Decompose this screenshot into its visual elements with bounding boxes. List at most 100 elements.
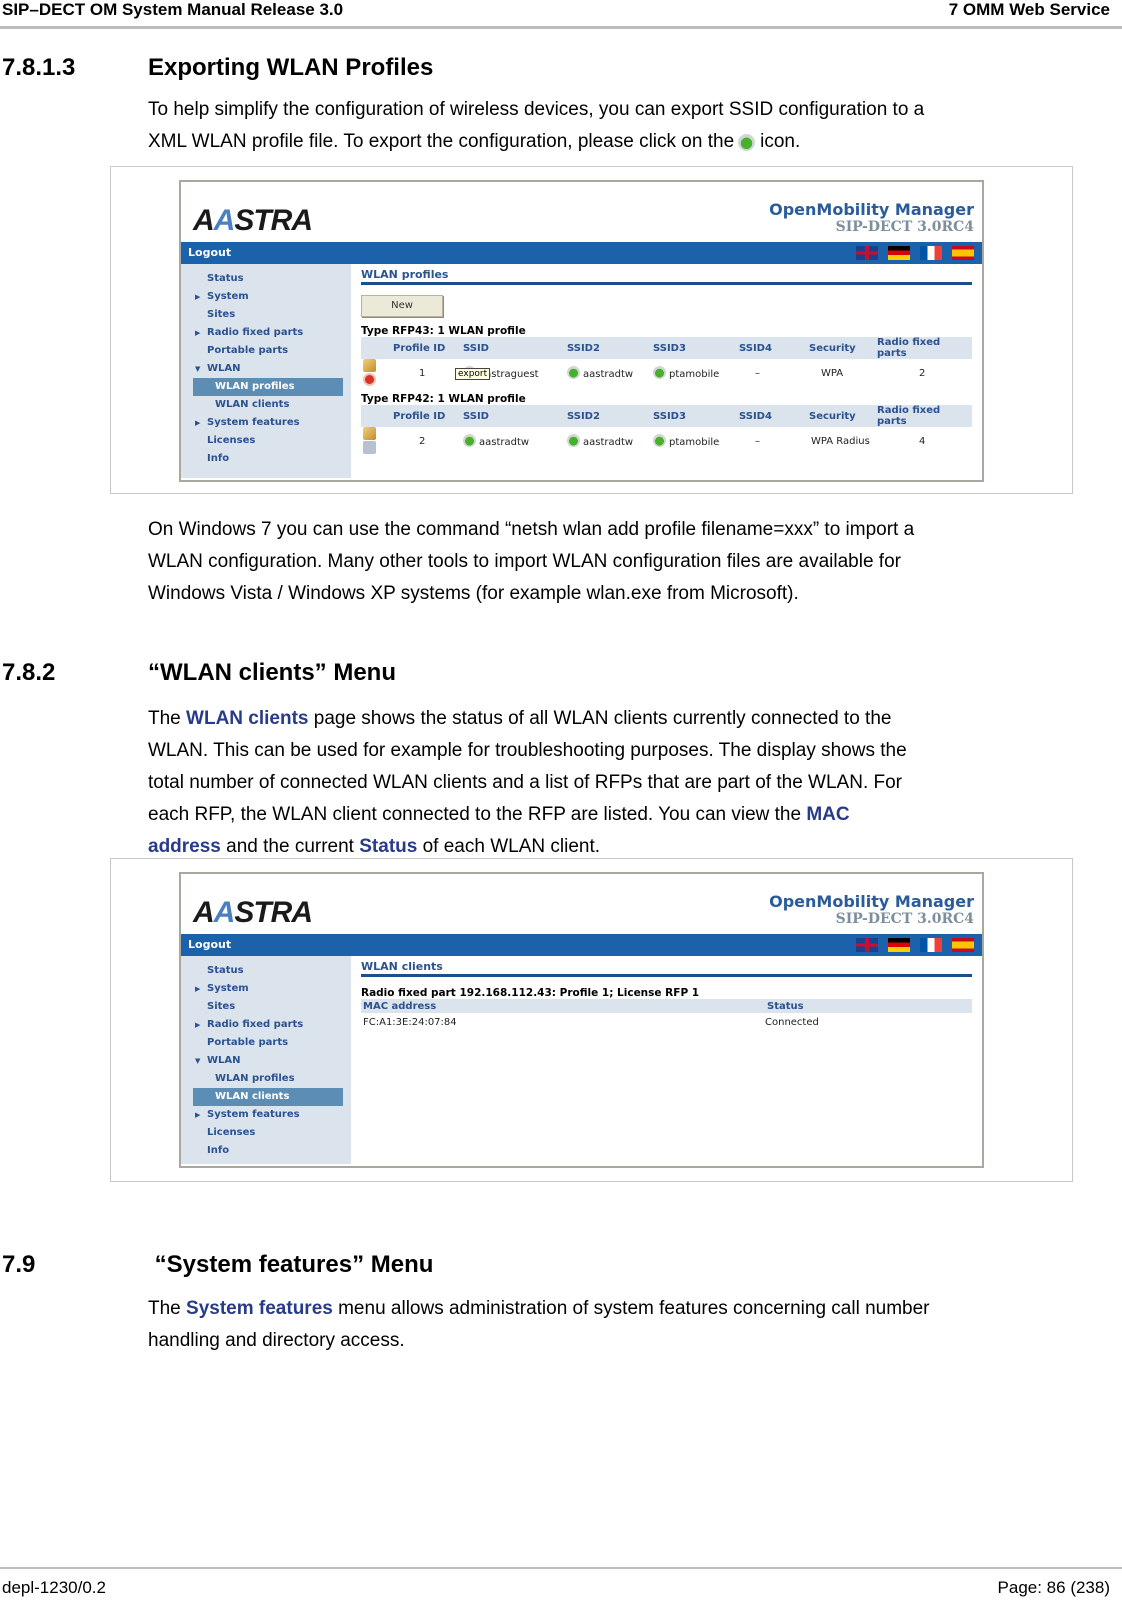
col-header: SSID3 [651,337,737,359]
expand-arrow-icon: ▶ [195,329,201,337]
page-title: WLAN clients [361,960,972,977]
flag-english-icon[interactable] [856,938,878,952]
delete-icon[interactable] [363,373,376,386]
delete-icon[interactable] [363,441,376,454]
nav-wlan-profiles[interactable]: WLAN profiles [181,1070,351,1088]
table-row: FC:A1:3E:24:07:84 Connected [361,1013,972,1031]
nav-wlan-clients[interactable]: WLAN clients [181,396,351,414]
col-header: SSID3 [651,405,737,427]
logout-link[interactable]: Logout [188,938,231,951]
export-icon[interactable] [567,366,580,379]
text-line: Windows Vista / Windows XP systems (for … [148,583,799,604]
nav-wlan[interactable]: ▼ WLAN [181,1052,351,1070]
product-version: SIP-DECT 3.0RC4 [835,219,974,235]
nav-radio-fixed-parts[interactable]: ▶ Radio fixed parts [181,324,351,342]
flag-english-icon[interactable] [856,246,878,260]
section-title: “System features” Menu [148,1251,434,1278]
footer-page-number: Page: 86 (238) [997,1578,1110,1597]
export-icon[interactable] [653,434,666,447]
footer-rule [0,1567,1122,1569]
nav-sites[interactable]: Sites [181,998,351,1016]
profiles-table-rfp42: Profile ID SSID SSID2 SSID3 SSID4 Securi… [361,405,972,455]
text-line: each RFP, the WLAN client connected to t… [148,804,850,825]
section-heading-wlan-clients: 7.8.2 “WLAN clients” Menu [2,659,396,687]
text-line: The System features menu allows administ… [148,1298,930,1319]
expand-arrow-icon: ▶ [195,1111,201,1119]
nav-status[interactable]: Status [181,270,351,288]
export-icon[interactable] [567,434,580,447]
export-icon[interactable] [653,366,666,379]
text-line: handling and directory access. [148,1330,405,1351]
nav-licenses[interactable]: Licenses [181,1124,351,1142]
flag-german-icon[interactable] [888,938,910,952]
col-header: SSID4 [737,337,807,359]
sidebar: Status ▶ System Sites ▶ Radio fixed parts … [181,264,351,478]
header-rule [0,26,1122,29]
mac-address: FC:A1:3E:24:07:84 [363,1016,457,1028]
section-title: Exporting WLAN Profiles [148,54,434,81]
table-row: 1 aastraguest aastradtw ptamobile – WPA … [361,359,972,387]
text-span: icon. [760,131,801,152]
edit-icon[interactable] [363,359,376,372]
nav-system-features[interactable]: ▶ System features [181,1106,351,1124]
system-features-paragraph: The System features menu allows administ… [148,1293,1088,1357]
security: WPA Radius [811,435,870,447]
figure-wlan-profiles: AASTRA OpenMobility Manager SIP-DECT 3.0R… [110,166,1073,494]
nav-status[interactable]: Status [181,962,351,980]
nav-portable-parts[interactable]: Portable parts [181,1034,351,1052]
footer-doc-id: depl-1230/0.2 [2,1578,106,1597]
nav-wlan-profiles[interactable]: WLAN profiles [193,378,343,396]
nav-wlan[interactable]: ▼ WLAN [181,360,351,378]
edit-icon[interactable] [363,427,376,440]
profile-id: 2 [419,435,426,447]
flag-french-icon[interactable] [920,246,942,260]
section-number: 7.8.1.3 [2,54,76,81]
col-header: SSID2 [565,405,651,427]
flag-french-icon[interactable] [920,938,942,952]
page-title: WLAN profiles [361,268,972,285]
nav-system[interactable]: ▶ System [181,980,351,998]
flag-spanish-icon[interactable] [952,938,974,952]
group-label: Type RFP43: 1 WLAN profile [361,325,526,337]
flag-german-icon[interactable] [888,246,910,260]
nav-radio-fixed-parts[interactable]: ▶ Radio fixed parts [181,1016,351,1034]
text-line: WLAN. This can be used for example for t… [148,740,907,761]
text-line: XML WLAN profile file. To export the con… [148,126,1088,158]
col-header: Profile ID [391,337,461,359]
expand-arrow-icon: ▶ [195,293,201,301]
table-row: 2 aastradtw aastradtw ptamobile – WPA Ra… [361,427,972,455]
figure-wlan-clients: AASTRA OpenMobility Manager SIP-DECT 3.0R… [110,858,1073,1182]
col-header: SSID [461,405,565,427]
nav-system[interactable]: ▶ System [181,288,351,306]
export-icon[interactable] [463,434,476,447]
rfp-info: Radio fixed part 192.168.112.43: Profile… [361,987,700,999]
col-header: Profile ID [391,405,461,427]
new-profile-button[interactable]: New [361,295,443,317]
col-header: MAC address [361,999,765,1013]
nav-info[interactable]: Info [181,450,351,468]
collapse-arrow-icon: ▼ [195,1057,201,1065]
top-bar: Logout [181,242,982,264]
nav-sites[interactable]: Sites [181,306,351,324]
flag-spanish-icon[interactable] [952,246,974,260]
ssid4: – [755,367,760,379]
profiles-table-rfp43: Profile ID SSID SSID2 SSID3 SSID4 Securi… [361,337,972,387]
ssid3: ptamobile [669,437,720,448]
nav-portable-parts[interactable]: Portable parts [181,342,351,360]
expand-arrow-icon: ▶ [195,1021,201,1029]
ssid4: – [755,435,760,447]
col-header: SSID4 [737,405,807,427]
logout-link[interactable]: Logout [188,246,231,259]
nav-system-features[interactable]: ▶ System features [181,414,351,432]
col-header: Status [765,999,972,1013]
aastra-logo: AASTRA [193,204,313,237]
intro-paragraph: To help simplify the configuration of wi… [148,94,1088,158]
text-line: total number of connected WLAN clients a… [148,772,903,793]
nav-info[interactable]: Info [181,1142,351,1160]
nav-wlan-clients[interactable]: WLAN clients [193,1088,343,1106]
radio-fixed-parts: 2 [919,367,926,379]
section-number: 7.8.2 [2,659,56,686]
nav-licenses[interactable]: Licenses [181,432,351,450]
screenshot-wlan-profiles: AASTRA OpenMobility Manager SIP-DECT 3.0R… [179,180,984,482]
export-icon [738,128,756,151]
